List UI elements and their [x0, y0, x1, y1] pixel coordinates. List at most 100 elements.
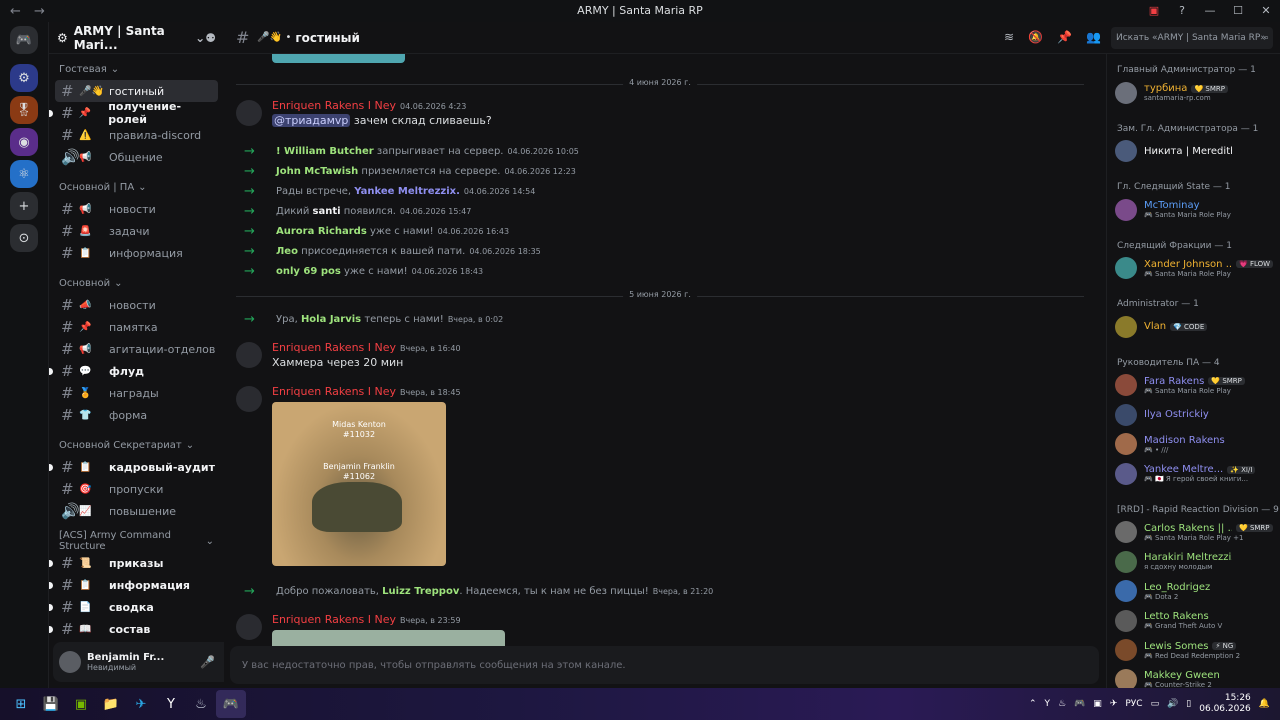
- member-item[interactable]: Никита | Meredith: [1107, 137, 1280, 167]
- message-author[interactable]: Enriquen Rakens I Ney: [272, 613, 396, 626]
- discord-taskbar-icon[interactable]: 🎮: [216, 690, 246, 718]
- minimize-button[interactable]: —: [1196, 0, 1224, 22]
- close-button[interactable]: ✕: [1252, 0, 1280, 22]
- microphone-icon[interactable]: 🎤: [200, 655, 215, 669]
- join-user[interactable]: Yankee Meltrezzix.: [354, 186, 460, 197]
- members-icon[interactable]: 👥: [1086, 30, 1101, 44]
- nvidia-icon[interactable]: ▣: [66, 690, 96, 718]
- server-icon-3[interactable]: ◉: [10, 128, 38, 156]
- server-icon-4[interactable]: ⚛: [10, 160, 38, 188]
- member-item[interactable]: McTominay 🎮 Santa Maria Role Play: [1107, 195, 1280, 225]
- member-item[interactable]: Xander Johnson ... 💗 FLOW 🎮 Santa Maria Ro…: [1107, 254, 1280, 284]
- message-author[interactable]: Enriquen Rakens I Ney: [272, 385, 396, 398]
- channel-item[interactable]: # 🎤👋 гостиный: [55, 80, 218, 102]
- search-input[interactable]: Искать «ARMY | Santa Maria RP» ⌕: [1111, 27, 1273, 49]
- steam-icon[interactable]: ♨: [186, 690, 216, 718]
- channel-item[interactable]: # 📋 информация: [49, 574, 218, 596]
- channel-item[interactable]: 🔊 📢 Общение: [55, 146, 218, 168]
- channel-item[interactable]: # 📋 кадровый-аудит: [49, 456, 218, 478]
- member-item[interactable]: Lewis Somes ⚡ NG 🎮 Red Dead Redemption 2: [1107, 636, 1280, 666]
- attached-image[interactable]: Midas Kenton #11032 Benjamin Franklin #1…: [272, 402, 446, 566]
- guild-header[interactable]: ⚙ ARMY | Santa Mari... ⌄ ⚉: [49, 22, 224, 54]
- member-item[interactable]: Ilya Ostrickiy: [1107, 400, 1280, 430]
- user-mention[interactable]: @триадамvp: [272, 114, 351, 127]
- pin-icon[interactable]: 📌: [1057, 30, 1072, 44]
- channel-item[interactable]: # 📢 новости: [55, 198, 218, 220]
- battery-icon[interactable]: ▯: [1186, 699, 1191, 709]
- mute-bell-icon[interactable]: 🔕: [1028, 30, 1043, 44]
- telegram-icon[interactable]: ✈: [126, 690, 156, 718]
- member-item[interactable]: Letto Rakens 🎮 Grand Theft Auto V: [1107, 606, 1280, 636]
- channel-item[interactable]: # 🚨 задачи: [55, 220, 218, 242]
- join-user[interactable]: ! William Butcher: [276, 146, 374, 157]
- join-user[interactable]: Hola Jarvis: [301, 314, 361, 325]
- channel-item[interactable]: # 📌 памятка: [55, 316, 218, 338]
- save-icon[interactable]: 💾: [36, 690, 66, 718]
- help-icon[interactable]: ?: [1168, 0, 1196, 22]
- member-item[interactable]: Carlos Rakens || ... 💛 SMRP 🎮 Santa Maria …: [1107, 518, 1280, 548]
- join-user[interactable]: santi: [313, 206, 341, 217]
- member-item[interactable]: Makkey Gween 🎮 Counter-Strike 2: [1107, 665, 1280, 688]
- member-item[interactable]: Fara Rakens 💛 SMRP 🎮 Santa Maria Role Play: [1107, 371, 1280, 401]
- channel-item[interactable]: # 📢 агитации-отделов: [55, 338, 218, 360]
- message-author[interactable]: Enriquen Rakens I Ney: [272, 99, 396, 112]
- member-item[interactable]: Madison Rakens 🎮 • ///: [1107, 430, 1280, 460]
- channel-item[interactable]: # 📣 новости: [55, 294, 218, 316]
- avatar[interactable]: [236, 100, 262, 126]
- add-member-icon[interactable]: ⚉: [205, 31, 216, 45]
- folder-icon[interactable]: 📁: [96, 690, 126, 718]
- tray-steam-icon[interactable]: ♨: [1058, 699, 1066, 709]
- channel-category[interactable]: [ACS] Army Command Structure ⌄: [49, 530, 224, 552]
- clock-date[interactable]: 06.06.2026: [1199, 704, 1251, 715]
- channel-category[interactable]: Основной ⌄: [49, 272, 224, 294]
- keyboard-language[interactable]: РУС: [1125, 699, 1142, 709]
- tray-nvidia-icon[interactable]: ▣: [1093, 699, 1102, 709]
- tray-yandex-icon[interactable]: Y: [1045, 699, 1051, 709]
- channel-item[interactable]: # 📖 состав: [49, 618, 218, 640]
- member-item[interactable]: Yankee Meltre... ✨ XI/I 🎮 🇯🇵 Я герой своей…: [1107, 459, 1280, 489]
- avatar[interactable]: [236, 614, 262, 640]
- windows-start-icon[interactable]: ⊞: [6, 690, 36, 718]
- server-icon-army[interactable]: 🎖: [10, 96, 38, 124]
- threads-icon[interactable]: ≋: [1004, 30, 1014, 44]
- inbox-icon[interactable]: ▣: [1140, 0, 1168, 22]
- avatar[interactable]: [236, 386, 262, 412]
- channel-item[interactable]: 🔊 📈 повышение: [55, 500, 218, 522]
- join-user[interactable]: only 69 pos: [276, 266, 341, 277]
- channel-item[interactable]: # 💬 флуд: [49, 360, 218, 382]
- avatar[interactable]: [236, 342, 262, 368]
- channel-category[interactable]: Основной Секретариат ⌄: [49, 434, 224, 456]
- clock-time[interactable]: 15:26: [1199, 693, 1251, 704]
- avatar[interactable]: [59, 651, 81, 673]
- channel-item[interactable]: # 🎯 пропуски: [55, 478, 218, 500]
- channel-item[interactable]: # 📋 информация: [55, 242, 218, 264]
- channel-item[interactable]: # ⚠️ правила-discord: [55, 124, 218, 146]
- notification-bell-icon[interactable]: 🔔: [1259, 699, 1270, 709]
- discover-icon[interactable]: ⊙: [10, 224, 38, 252]
- channel-category[interactable]: Гостевая ⌄: [49, 58, 224, 80]
- channel-item[interactable]: # 👕 форма: [55, 404, 218, 426]
- member-item[interactable]: Leo_Rodrigez 🎮 Dota 2: [1107, 577, 1280, 607]
- member-item[interactable]: Vlan 💎 CODE: [1107, 312, 1280, 342]
- join-user[interactable]: Luizz Treppov: [382, 586, 459, 597]
- join-user[interactable]: John McTawish: [276, 166, 358, 177]
- join-user[interactable]: Лео: [276, 246, 298, 257]
- volume-icon[interactable]: 🔊: [1167, 699, 1178, 709]
- channel-item[interactable]: # 📌 получение-ролей: [49, 100, 218, 126]
- join-user[interactable]: Aurora Richards: [276, 226, 367, 237]
- message-author[interactable]: Enriquen Rakens I Ney: [272, 341, 396, 354]
- message-input[interactable]: У вас недостаточно прав, чтобы отправлят…: [230, 646, 1099, 684]
- discord-home-icon[interactable]: 🎮: [10, 26, 38, 54]
- previous-image-stub[interactable]: [272, 54, 405, 63]
- channel-item[interactable]: # 🏅 награды: [55, 382, 218, 404]
- yandex-browser-icon[interactable]: Y: [156, 690, 186, 718]
- tray-chevron-icon[interactable]: ⌃: [1029, 699, 1037, 709]
- tray-telegram-icon[interactable]: ✈: [1110, 699, 1118, 709]
- member-item[interactable]: турбина 💛 SMRP santamaria-rp.com: [1107, 78, 1280, 108]
- channel-item[interactable]: # 📜 приказы: [49, 552, 218, 574]
- add-server-icon[interactable]: +: [10, 192, 38, 220]
- channel-item[interactable]: # 📄 сводка: [49, 596, 218, 618]
- maximize-button[interactable]: ☐: [1224, 0, 1252, 22]
- tray-discord-icon[interactable]: 🎮: [1074, 699, 1085, 709]
- member-item[interactable]: Harakiri Meltrezzix я сдохну молодым: [1107, 547, 1280, 577]
